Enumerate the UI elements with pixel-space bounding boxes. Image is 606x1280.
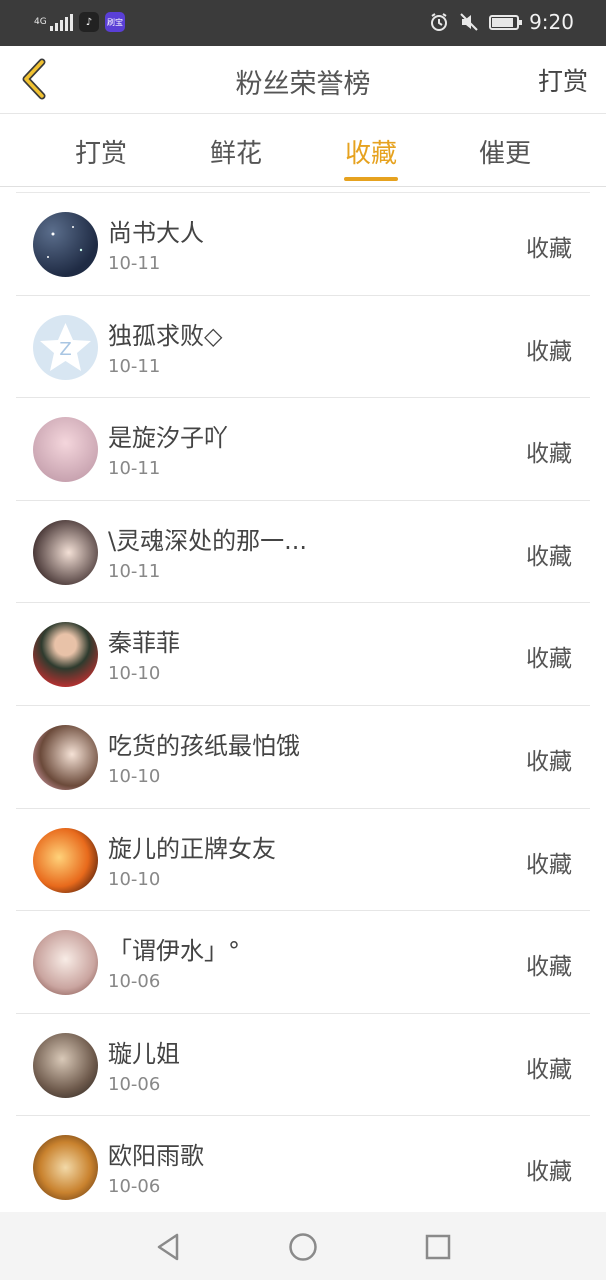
tab-flowers[interactable]: 鲜花 — [196, 133, 276, 170]
item-action: 收藏 — [526, 748, 572, 775]
list-item[interactable]: 璇儿姐 10-06 收藏 — [16, 1014, 590, 1117]
list-item[interactable]: Z 独孤求败◇ 10-11 收藏 — [16, 296, 590, 399]
avatar — [33, 1135, 98, 1201]
user-name: 欧阳雨歌 — [108, 1142, 204, 1171]
avatar — [33, 724, 98, 790]
item-action: 收藏 — [526, 1056, 572, 1083]
list-item[interactable]: 吃货的孩纸最怕饿 10-10 收藏 — [16, 706, 590, 809]
avatar — [33, 212, 98, 277]
list-item[interactable]: 尚书大人 10-11 收藏 — [16, 193, 590, 296]
item-date: 10-10 — [108, 868, 161, 890]
item-date: 10-10 — [108, 663, 161, 685]
avatar — [33, 622, 98, 688]
item-date: 10-06 — [108, 1176, 161, 1198]
user-name: 璇儿姐 — [108, 1039, 180, 1068]
tab-reward[interactable]: 打赏 — [61, 133, 141, 170]
alarm-icon — [431, 13, 448, 31]
tab-urge-update[interactable]: 催更 — [465, 133, 545, 170]
avatar — [33, 827, 98, 893]
item-action: 收藏 — [526, 646, 572, 673]
default-star-avatar-icon: Z — [40, 322, 91, 371]
app-badge-icon: 刷宝 — [105, 12, 125, 32]
item-action: 收藏 — [526, 851, 572, 878]
avatar — [33, 930, 98, 996]
tiktok-icon: ♪ — [79, 12, 99, 32]
list-item[interactable]: 是旋汐子吖 10-11 收藏 — [16, 398, 590, 501]
avatar: Z — [33, 314, 98, 380]
fan-list: 尚书大人 10-11 收藏 Z 独孤求败◇ 10-11 收藏 是旋汐子吖 10-… — [16, 192, 590, 1219]
app-header: 粉丝荣誉榜 打赏 — [0, 46, 606, 114]
user-name: \灵魂深处的那一... — [108, 526, 307, 555]
item-action: 收藏 — [526, 1159, 572, 1186]
system-nav-bar — [0, 1212, 606, 1280]
avatar — [33, 519, 98, 585]
clock: 9:20 — [529, 10, 574, 34]
user-name: 「谓伊水」° — [108, 937, 240, 966]
status-bar: 4G ♪ 刷宝 9:20 — [0, 0, 606, 46]
page-title: 粉丝荣誉榜 — [235, 69, 371, 100]
item-date: 10-11 — [108, 560, 161, 582]
battery-icon — [489, 14, 523, 30]
back-triangle-icon[interactable] — [152, 1230, 186, 1264]
status-right: 9:20 — [429, 10, 574, 34]
item-action: 收藏 — [526, 236, 572, 262]
item-action: 收藏 — [526, 543, 572, 570]
app-badge-label: 刷宝 — [107, 17, 123, 27]
list-item[interactable]: 欧阳雨歌 10-06 收藏 — [16, 1116, 590, 1219]
list-item[interactable]: 「谓伊水」° 10-06 收藏 — [16, 911, 590, 1014]
avatar — [33, 417, 98, 483]
reward-button[interactable]: 打赏 — [538, 62, 588, 98]
user-name: 吃货的孩纸最怕饿 — [108, 731, 300, 760]
user-name: 秦菲菲 — [108, 629, 180, 658]
item-date: 10-11 — [108, 253, 161, 274]
user-name: 尚书大人 — [108, 219, 204, 247]
item-date: 10-10 — [108, 765, 161, 787]
user-name: 是旋汐子吖 — [108, 424, 228, 453]
item-date: 10-06 — [108, 971, 161, 993]
user-name: 独孤求败◇ — [108, 321, 223, 350]
svg-text:Z: Z — [59, 339, 71, 360]
item-date: 10-06 — [108, 1073, 161, 1095]
avatar — [33, 1032, 98, 1098]
item-date: 10-11 — [108, 355, 161, 377]
starry-sky-image — [47, 226, 83, 258]
item-action: 收藏 — [526, 954, 572, 981]
item-date: 10-11 — [108, 458, 161, 480]
user-name: 旋儿的正牌女友 — [108, 834, 276, 863]
signal-icon — [50, 13, 73, 31]
list-item[interactable]: 秦菲菲 10-10 收藏 — [16, 603, 590, 706]
list-item[interactable]: 旋儿的正牌女友 10-10 收藏 — [16, 809, 590, 912]
item-action: 收藏 — [526, 338, 572, 365]
tab-active-indicator — [344, 177, 398, 181]
list-item[interactable]: \灵魂深处的那一... 10-11 收藏 — [16, 501, 590, 604]
home-circle-icon[interactable] — [286, 1230, 320, 1264]
tab-bar: 打赏 鲜花 收藏 催更 — [0, 115, 606, 187]
status-left: 4G ♪ 刷宝 — [34, 12, 125, 32]
tab-favorites[interactable]: 收藏 — [331, 133, 411, 170]
network-type: 4G — [34, 16, 47, 27]
mute-icon — [460, 13, 478, 31]
item-action: 收藏 — [526, 441, 572, 468]
recents-square-icon[interactable] — [421, 1230, 455, 1264]
